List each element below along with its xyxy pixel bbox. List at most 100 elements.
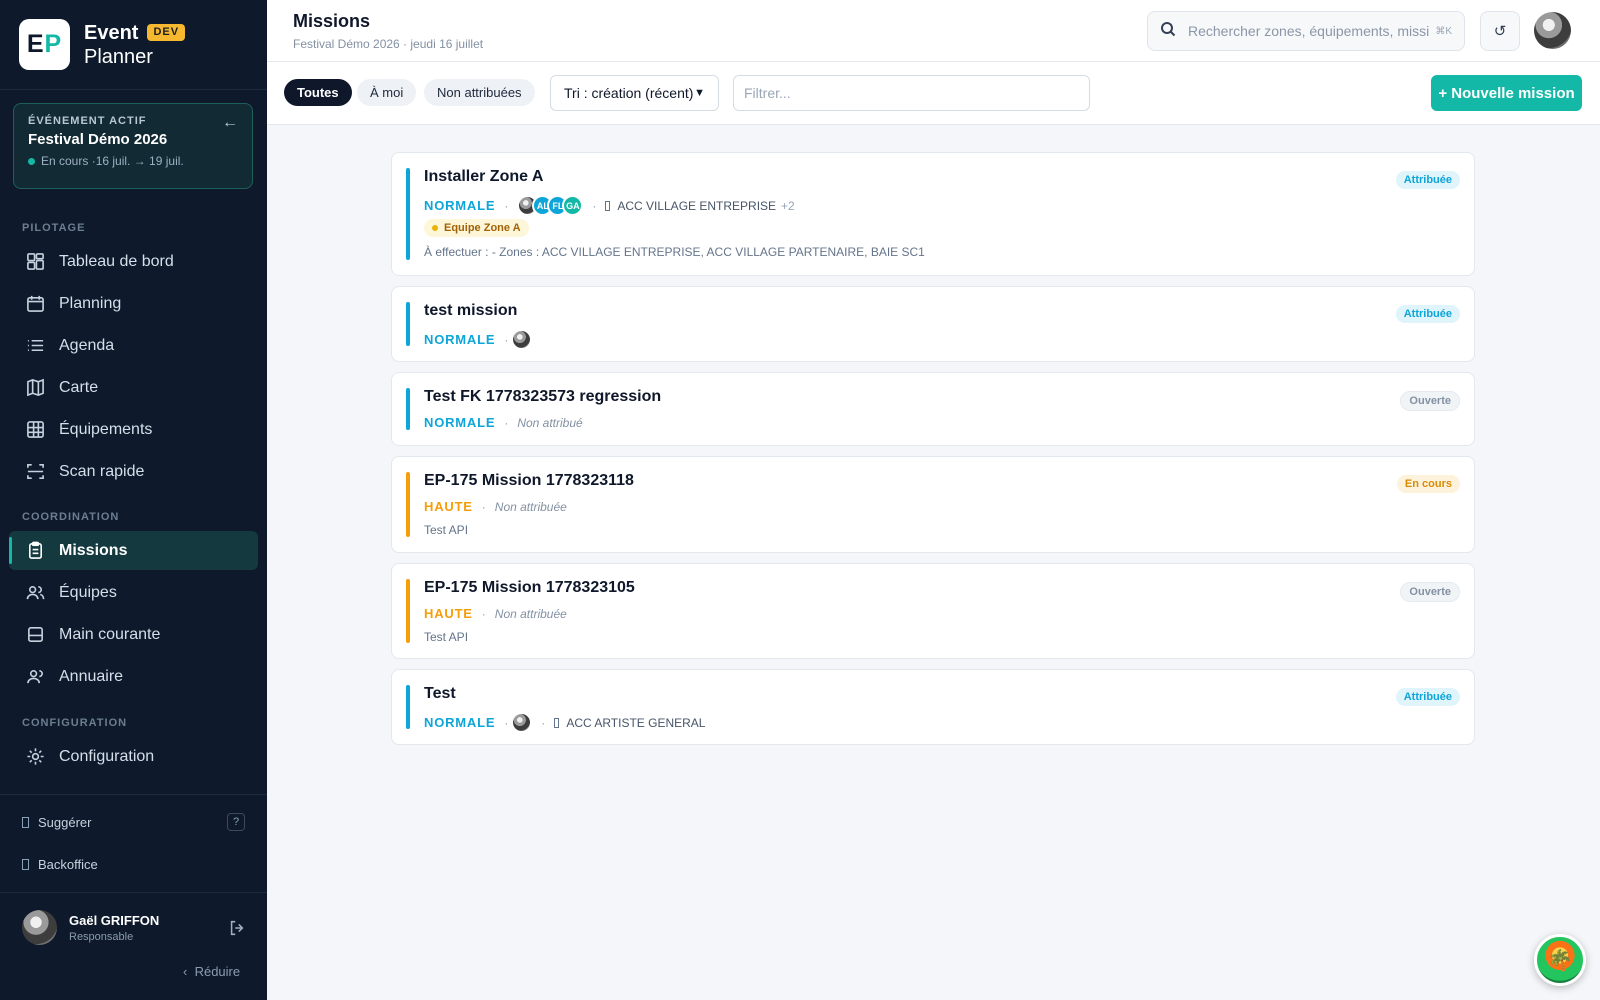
page-title: Missions xyxy=(293,11,371,31)
sidebar-item-equipements[interactable]: Équipements xyxy=(9,410,258,449)
brand-name: Event xyxy=(84,21,139,44)
global-search[interactable]: ⌘K xyxy=(1147,11,1465,51)
mission-card[interactable]: test mission NORMALE · Attribuée xyxy=(391,286,1475,362)
priority-label: HAUTE xyxy=(424,606,473,621)
priority-bar xyxy=(406,168,410,260)
refresh-icon: ↺ xyxy=(1493,23,1507,40)
lightbulb-icon xyxy=(22,817,29,828)
chevron-down-icon: ▼ xyxy=(694,87,705,99)
active-event-label: ÉVÉNEMENT ACTIF xyxy=(28,115,147,127)
sidebar-item-label: Missions xyxy=(59,541,128,559)
avatar xyxy=(511,712,533,733)
external-icon xyxy=(22,859,29,870)
arrow-left-icon[interactable]: ← xyxy=(222,114,238,132)
mission-title: Installer Zone A xyxy=(424,168,544,185)
sort-value: Tri : création (récent) xyxy=(564,85,694,101)
priority-label: NORMALE xyxy=(424,332,496,347)
list-icon xyxy=(25,336,45,356)
sidebar-item-equipes[interactable]: Équipes xyxy=(9,573,258,612)
sidebar: EP Event DEV Planner ÉVÉNEMENT ACTIF Fest… xyxy=(0,0,267,1000)
active-event-card[interactable]: ÉVÉNEMENT ACTIF Festival Démo 2026 En co… xyxy=(13,103,253,189)
mission-card[interactable]: EP-175 Mission 1778323105 HAUTE · Non at… xyxy=(391,563,1475,659)
section-label-pilotage: PILOTAGE xyxy=(22,222,86,234)
priority-label: NORMALE xyxy=(424,715,496,730)
tab-mine[interactable]: À moi xyxy=(357,79,417,106)
sidebar-item-dashboard[interactable]: Tableau de bord xyxy=(9,242,258,281)
status-badge: Ouverte xyxy=(1400,582,1460,602)
unassigned-label: Non attribué xyxy=(517,415,583,430)
user-name: Gaël GRIFFON xyxy=(69,912,160,928)
mission-title: EP-175 Mission 1778323118 xyxy=(424,472,634,489)
team-tag: Equipe Zone A xyxy=(424,219,529,237)
directory-icon xyxy=(25,667,45,687)
status-dot-icon xyxy=(28,157,35,165)
sidebar-item-annuaire[interactable]: Annuaire xyxy=(9,657,258,696)
mission-card[interactable]: Test NORMALE · · ACC ARTISTE GENERAL Att… xyxy=(391,669,1475,745)
refresh-button[interactable]: ↺ xyxy=(1480,11,1520,51)
filter-bar: Toutes À moi Non attribuées Tri : créati… xyxy=(267,62,1600,125)
sort-select[interactable]: Tri : création (récent) ▼ xyxy=(550,75,719,111)
brand-subname: Planner xyxy=(84,45,153,68)
priority-bar xyxy=(406,302,410,346)
sidebar-item-main-courante[interactable]: Main courante xyxy=(9,615,258,654)
user-role: Responsable xyxy=(69,930,134,943)
assignee-stack: AL FL GA xyxy=(517,195,584,216)
zone-label: ACC VILLAGE ENTREPRISE xyxy=(617,198,777,213)
app-logo: EP xyxy=(19,19,70,70)
unassigned-label: Non attribuée xyxy=(494,499,567,514)
mission-card[interactable]: Installer Zone A NORMALE · AL FL GA · AC… xyxy=(391,152,1475,276)
priority-label: NORMALE xyxy=(424,415,496,430)
avatar: GA xyxy=(562,195,584,216)
divider xyxy=(0,89,267,90)
priority-bar xyxy=(406,472,410,537)
mission-card[interactable]: Test FK 1778323573 regression NORMALE · … xyxy=(391,372,1475,446)
tab-unassigned[interactable]: Non attribuées xyxy=(424,79,535,106)
status-badge: En cours xyxy=(1396,475,1460,493)
search-input[interactable] xyxy=(1188,23,1436,39)
new-mission-button[interactable]: + Nouvelle mission xyxy=(1431,75,1582,111)
priority-bar xyxy=(406,388,410,430)
sidebar-item-planning[interactable]: Planning xyxy=(9,284,258,323)
mission-title: Test xyxy=(424,685,456,702)
sidebar-item-label: Scan rapide xyxy=(59,462,145,480)
avatar xyxy=(22,910,57,945)
collapse-sidebar-button[interactable]: ‹ Réduire xyxy=(183,964,240,979)
gear-icon xyxy=(25,747,45,767)
palm-tree-icon: 🌴 xyxy=(1547,949,1573,972)
active-event-dates: ·16 juil. → 19 juil. xyxy=(91,154,184,168)
assistant-fab-button[interactable]: 🌴 xyxy=(1534,934,1586,986)
status-badge: Attribuée xyxy=(1395,688,1460,706)
mission-card[interactable]: EP-175 Mission 1778323118 HAUTE · Non at… xyxy=(391,456,1475,553)
avatar[interactable] xyxy=(1534,12,1571,49)
filter-input[interactable] xyxy=(733,75,1090,111)
logo-letter-e: E xyxy=(26,30,45,58)
mission-title: Test FK 1778323573 regression xyxy=(424,388,662,405)
user-profile[interactable]: Gaël GRIFFON Responsable xyxy=(22,910,159,945)
sidebar-item-configuration[interactable]: Configuration xyxy=(9,737,258,776)
env-badge: DEV xyxy=(147,23,186,42)
tab-all[interactable]: Toutes xyxy=(284,79,352,106)
sidebar-item-label: Planning xyxy=(59,294,122,312)
mission-title: EP-175 Mission 1778323105 xyxy=(424,579,635,596)
backoffice-label: Backoffice xyxy=(38,857,98,872)
logout-icon[interactable] xyxy=(228,919,246,937)
suggest-link[interactable]: Suggérer xyxy=(22,815,91,830)
brand[interactable]: EP Event DEV Planner xyxy=(19,19,186,70)
sidebar-item-label: Main courante xyxy=(59,625,161,643)
priority-bar xyxy=(406,685,410,729)
sidebar-item-scan[interactable]: Scan rapide xyxy=(9,452,258,491)
search-icon xyxy=(1160,21,1176,42)
suggest-label: Suggérer xyxy=(38,815,92,830)
calendar-icon xyxy=(25,294,45,314)
active-event-name: Festival Démo 2026 xyxy=(28,131,168,148)
sidebar-item-label: Configuration xyxy=(59,747,155,765)
help-icon[interactable]: ? xyxy=(227,813,245,831)
sidebar-item-agenda[interactable]: Agenda xyxy=(9,326,258,365)
search-shortcut: ⌘K xyxy=(1435,25,1452,37)
divider xyxy=(0,892,267,893)
zone-extra-count: +2 xyxy=(781,198,795,213)
backoffice-link[interactable]: Backoffice xyxy=(22,857,98,872)
map-pin-icon xyxy=(605,200,611,211)
sidebar-item-missions[interactable]: Missions xyxy=(9,531,258,570)
sidebar-item-carte[interactable]: Carte xyxy=(9,368,258,407)
